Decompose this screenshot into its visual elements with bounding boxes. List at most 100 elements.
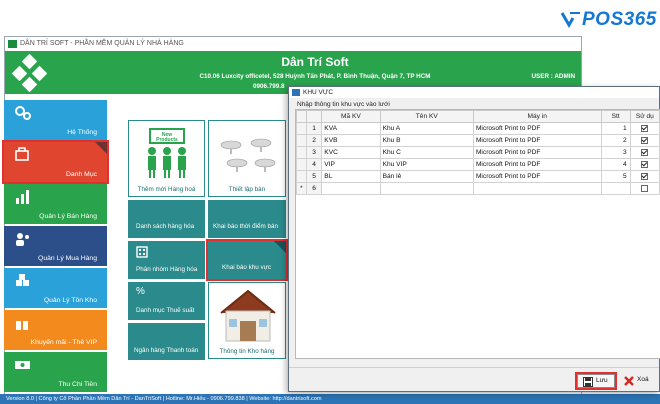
delete-x-icon <box>624 376 634 386</box>
cell-ma-kv[interactable] <box>321 182 381 195</box>
tile-thiet-lap-ban[interactable]: Thiết lập bàn <box>208 120 286 197</box>
save-button[interactable]: Lưu <box>575 372 617 390</box>
cell-may-in[interactable]: Microsoft Print to PDF <box>472 146 602 159</box>
tile-label: Thông tin Kho hàng <box>219 348 275 355</box>
su-dung-checkbox[interactable] <box>641 124 649 132</box>
su-dung-checkbox[interactable] <box>641 136 649 144</box>
tile-them-moi-hang-hoa[interactable]: New Products Thêm mới Hàng hoá <box>128 120 205 197</box>
cell-stt[interactable] <box>600 182 631 195</box>
nav-label: Quản Lý Bán Hàng <box>39 213 97 220</box>
cell-ma-kv[interactable]: KVB <box>321 134 381 147</box>
nav-label: Danh Mục <box>66 171 97 178</box>
tile-label: Thiết lập bàn <box>228 186 266 193</box>
new-products-icon: New Products <box>148 128 186 178</box>
row-number: 1 <box>305 122 323 135</box>
tile-label: Khai báo khu vực <box>222 264 272 271</box>
tile-danh-muc-thue-suat[interactable]: % Danh mục Thuế suất <box>128 282 205 320</box>
nav-he-thong[interactable]: Hệ Thống <box>4 100 107 140</box>
window-titlebar: DÂN TRÍ SOFT - PHẦN MỀM QUẢN LÝ NHÀ HÀNG <box>5 37 581 51</box>
tile-label: Danh sách hàng hóa <box>136 223 195 230</box>
cell-ten-kv[interactable]: Bán lẻ <box>379 170 474 183</box>
cell-ma-kv[interactable]: VIP <box>321 158 381 171</box>
nav-quan-ly-mua-hang[interactable]: Quản Lý Mua Hàng <box>4 226 107 266</box>
nav-danh-muc[interactable]: Danh Mục <box>2 140 109 184</box>
tile-phan-nhom-hang-hoa[interactable]: Phân nhóm Hàng hóa <box>128 241 205 279</box>
cell-may-in[interactable]: Microsoft Print to PDF <box>472 158 602 171</box>
cell-ten-kv[interactable]: Khu B <box>379 134 474 147</box>
row-marker: * <box>296 182 307 195</box>
grid-header-row: Mã KV Tên KV Máy in Stt Sử dụ <box>296 110 660 123</box>
table-row[interactable]: 4 VIP Khu VIP Microsoft Print to PDF 4 <box>296 158 660 171</box>
new-products-sign-line2: Products <box>156 137 178 143</box>
cell-ten-kv[interactable]: Khu A <box>379 122 474 135</box>
percent-icon: % <box>136 286 145 297</box>
chart-icon <box>16 190 29 204</box>
row-number: 5 <box>305 170 323 183</box>
col-su-dung[interactable]: Sử dụ <box>629 110 660 123</box>
tile-corner-marker <box>95 142 107 154</box>
tile-label: Khai báo thời điểm bán <box>213 223 279 230</box>
cell-ten-kv[interactable] <box>379 182 474 195</box>
dialog-app-icon <box>292 89 300 96</box>
cell-may-in[interactable]: Microsoft Print to PDF <box>472 134 602 147</box>
cell-ten-kv[interactable]: Khu C <box>379 146 474 159</box>
tile-khai-bao-khu-vuc[interactable]: Khai báo khu vực <box>206 239 288 281</box>
tile-thong-tin-kho-hang[interactable]: Thông tin Kho hàng <box>208 282 286 359</box>
current-user: USER : ADMIN <box>531 73 576 80</box>
screen: POS365 DÂN TRÍ SOFT - PHẦN MỀM QUẢN LÝ N… <box>0 0 660 404</box>
cell-su-dung <box>629 134 660 147</box>
cell-ma-kv[interactable]: KVA <box>321 122 381 135</box>
nav-label: Khuyến mãi - Thẻ VIP <box>30 339 97 346</box>
nav-label: Thu Chi Tiền <box>58 381 97 388</box>
tile-ngan-hang-thanh-toan[interactable]: Ngân hàng Thanh toán <box>128 323 205 360</box>
nav-thu-chi-tien[interactable]: Thu Chi Tiền <box>4 352 107 392</box>
table-row[interactable]: 3 KVC Khu C Microsoft Print to PDF 3 <box>296 146 660 159</box>
cell-stt[interactable]: 4 <box>600 158 631 171</box>
row-number: 6 <box>305 182 323 195</box>
nav-khuyen-mai[interactable]: Khuyến mãi - Thẻ VIP <box>4 310 107 350</box>
tile-corner-marker <box>274 241 286 253</box>
row-marker <box>296 170 307 183</box>
company-title: Dân Trí Soft <box>281 55 349 69</box>
delete-button[interactable]: Xoá <box>619 374 655 388</box>
pos365-logo: POS365 <box>560 6 656 34</box>
cell-may-in[interactable]: Microsoft Print to PDF <box>472 170 602 183</box>
area-grid[interactable]: Mã KV Tên KV Máy in Stt Sử dụ 1 KVA Khu AM… <box>295 109 660 359</box>
cell-may-in[interactable] <box>472 182 602 195</box>
row-header-col <box>305 110 323 123</box>
pos365-logo-text: POS365 <box>582 9 657 30</box>
cell-stt[interactable]: 5 <box>600 170 631 183</box>
nav-quan-ly-ban-hang[interactable]: Quản Lý Bán Hàng <box>4 184 107 224</box>
cell-su-dung <box>629 182 660 195</box>
cell-stt[interactable]: 2 <box>600 134 631 147</box>
table-row[interactable]: 5 BL Bán lẻ Microsoft Print to PDF 5 <box>296 170 660 183</box>
su-dung-checkbox[interactable] <box>641 148 649 156</box>
table-row[interactable]: 1 KVA Khu A Microsoft Print to PDF 1 <box>296 122 660 135</box>
col-ten-kv[interactable]: Tên KV <box>379 110 474 123</box>
col-may-in[interactable]: Máy in <box>472 110 602 123</box>
col-stt[interactable]: Stt <box>600 110 631 123</box>
nav-label: Quản Lý Mua Hàng <box>38 255 97 262</box>
dantri-logo-icon <box>11 54 48 92</box>
table-row[interactable]: * 6 <box>296 182 660 195</box>
table-row[interactable]: 2 KVB Khu B Microsoft Print to PDF 2 <box>296 134 660 147</box>
su-dung-checkbox[interactable] <box>641 160 649 168</box>
cell-su-dung <box>629 122 660 135</box>
cell-may-in[interactable]: Microsoft Print to PDF <box>472 122 602 135</box>
tile-khai-bao-thoi-diem-ban[interactable]: Khai báo thời điểm bán <box>208 200 286 238</box>
cell-ma-kv[interactable]: BL <box>321 170 381 183</box>
nav-quan-ly-ton-kho[interactable]: Quản Lý Tồn Kho <box>4 268 107 308</box>
boxes-icon <box>16 274 29 286</box>
tables-icon <box>220 138 276 172</box>
save-label: Lưu <box>596 377 608 384</box>
col-ma-kv[interactable]: Mã KV <box>321 110 381 123</box>
cell-ten-kv[interactable]: Khu VIP <box>379 158 474 171</box>
su-dung-checkbox[interactable] <box>641 172 649 180</box>
cell-stt[interactable]: 3 <box>600 146 631 159</box>
area-table: Mã KV Tên KV Máy in Stt Sử dụ 1 KVA Khu AM… <box>296 110 660 195</box>
cell-stt[interactable]: 1 <box>600 122 631 135</box>
pos365-mark-icon <box>560 12 580 28</box>
cell-ma-kv[interactable]: KVC <box>321 146 381 159</box>
su-dung-checkbox[interactable] <box>641 184 649 192</box>
tile-danh-sach-hang-hoa[interactable]: Danh sách hàng hóa <box>128 200 205 238</box>
